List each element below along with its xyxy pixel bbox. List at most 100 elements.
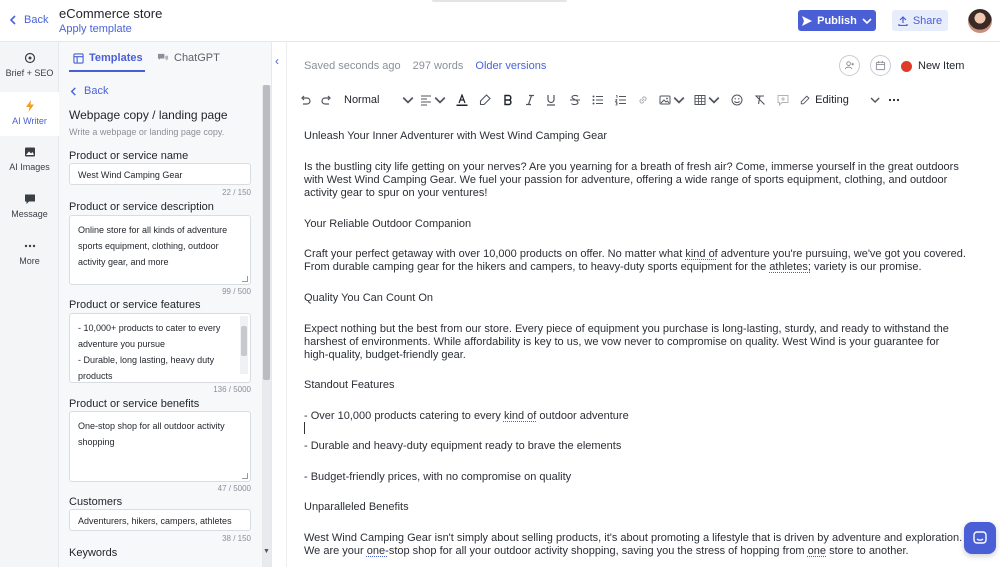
textarea-scrollbar[interactable] <box>240 316 248 374</box>
status-dot <box>901 60 912 72</box>
tab-chatgpt[interactable]: ChatGPT <box>157 52 220 64</box>
editing-mode-value: Editing <box>815 94 849 106</box>
panel-back-button[interactable]: Back <box>69 85 108 97</box>
char-counter: 22 / 150 <box>222 188 251 197</box>
share-button[interactable]: Share <box>892 10 948 31</box>
scrollbar-thumb[interactable] <box>263 85 270 380</box>
support-chat-button[interactable] <box>964 522 996 554</box>
chat-bubbles-icon <box>157 53 169 61</box>
back-label: Back <box>24 14 49 26</box>
heading-paragraph: Unleash Your Inner Adventurer with West … <box>304 130 608 142</box>
older-versions-link[interactable]: Older versions <box>475 60 546 72</box>
bullet-list-button[interactable] <box>591 92 605 108</box>
text-color-button[interactable] <box>454 92 470 108</box>
template-subheading: Write a webpage or landing page copy. <box>69 127 225 137</box>
field-label-product-name: Product or service name <box>69 150 189 162</box>
undo-button[interactable] <box>298 92 312 108</box>
scroll-down-arrow-icon[interactable]: ▼ <box>263 548 270 555</box>
undo-icon <box>301 95 311 105</box>
collapse-panel-icon[interactable]: ‹ <box>275 54 279 68</box>
resize-grip[interactable] <box>242 473 248 479</box>
spelling-suggestion[interactable]: kind of <box>504 410 536 422</box>
product-benefits-textarea[interactable]: One-stop shop for all outdoor activity s… <box>69 411 251 482</box>
assign-user-button[interactable] <box>839 55 860 76</box>
comment-button[interactable] <box>776 92 790 108</box>
body-paragraph: West Wind Camping Gear isn't simply abou… <box>304 532 966 558</box>
body-paragraph: Craft your perfect getaway with over 10,… <box>304 248 966 274</box>
chat-icon <box>24 194 35 204</box>
paragraph-style-value: Normal <box>344 94 380 106</box>
tab-label: Templates <box>89 52 143 64</box>
italic-button[interactable] <box>523 92 537 108</box>
editing-mode-select[interactable]: Editing <box>800 92 880 108</box>
rail-item-brief-seo[interactable]: Brief + SEO <box>0 52 59 90</box>
upload-icon <box>898 15 908 26</box>
image-dropdown[interactable] <box>659 92 685 108</box>
avatar[interactable] <box>968 9 992 33</box>
schedule-button[interactable] <box>870 55 891 76</box>
chevron-down-icon <box>870 97 880 104</box>
scrollbar-thumb[interactable] <box>241 326 247 356</box>
rail-item-ai-images[interactable]: AI Images <box>0 146 59 184</box>
strikethrough-button[interactable] <box>568 92 582 108</box>
publish-button[interactable]: Publish <box>798 10 876 31</box>
spelling-suggestion[interactable]: one- <box>367 545 389 557</box>
chevron-down-icon <box>708 97 720 104</box>
rail-item-more[interactable]: More <box>0 240 59 278</box>
tab-label: ChatGPT <box>174 52 220 64</box>
product-name-input[interactable]: West Wind Camping Gear <box>69 163 251 185</box>
more-options-button[interactable] <box>887 92 901 108</box>
redo-button[interactable] <box>320 92 334 108</box>
field-label-keywords: Keywords <box>69 547 118 559</box>
table-dropdown[interactable] <box>694 92 720 108</box>
paragraph-style-select[interactable]: Normal <box>344 92 414 108</box>
highlight-button[interactable] <box>478 92 492 108</box>
customers-input[interactable]: Adventurers, hikers, campers, athletes <box>69 509 251 531</box>
product-features-textarea[interactable]: - 10,000+ products to cater to every adv… <box>69 313 251 383</box>
field-label-product-features: Product or service features <box>69 299 201 311</box>
align-left-icon <box>421 95 431 106</box>
rail-label: More <box>19 256 40 266</box>
resize-grip[interactable] <box>242 276 248 282</box>
product-description-textarea[interactable]: Online store for all kinds of adventure … <box>69 215 251 285</box>
subheading-paragraph: Standout Features <box>304 379 395 391</box>
user-add-icon <box>844 61 855 70</box>
subheading-paragraph: Quality You Can Count On <box>304 292 434 304</box>
chat-icon <box>973 531 987 544</box>
align-dropdown[interactable] <box>420 92 446 108</box>
publish-label: Publish <box>817 14 857 27</box>
redo-icon <box>321 95 331 105</box>
editor-toolbar: Normal Editing <box>298 90 908 110</box>
rail-label: Brief + SEO <box>5 68 54 78</box>
numbered-list-button[interactable] <box>614 92 628 108</box>
intro-paragraph: Is the bustling city life getting on you… <box>304 161 959 199</box>
rail-item-ai-writer[interactable]: AI Writer <box>0 92 59 136</box>
spelling-suggestion[interactable]: athletes; <box>769 261 811 273</box>
chevron-left-icon <box>9 15 16 25</box>
field-text-line: - 10,000+ products to cater to every adv… <box>78 323 221 349</box>
back-button[interactable]: Back <box>8 14 48 26</box>
numbered-list-icon <box>615 95 626 106</box>
template-heading: Webpage copy / landing page <box>69 108 228 122</box>
spelling-suggestion[interactable]: one <box>808 545 826 557</box>
panel-scrollbar[interactable]: ▼ <box>262 85 271 567</box>
spelling-suggestion[interactable]: kind of <box>685 248 717 260</box>
editor-meta-bar: Saved seconds ago 297 words Older versio… <box>304 60 546 72</box>
field-label-product-benefits: Product or service benefits <box>69 398 200 410</box>
bold-button[interactable] <box>501 92 515 108</box>
chevron-down-icon <box>402 97 414 104</box>
chevron-down-icon <box>434 97 446 104</box>
tab-templates[interactable]: Templates <box>73 52 143 64</box>
underline-button[interactable] <box>544 92 558 108</box>
char-counter: 47 / 5000 <box>217 484 251 493</box>
status-selector[interactable]: New Item <box>901 60 964 72</box>
apply-template-link[interactable]: Apply template <box>59 23 162 35</box>
rail-item-message[interactable]: Message <box>0 193 59 231</box>
subheading-paragraph: Your Reliable Outdoor Companion <box>304 218 472 230</box>
document-title[interactable]: eCommerce store <box>59 6 162 21</box>
text-run: - Over 10,000 products catering to every <box>304 410 504 422</box>
clear-formatting-button[interactable] <box>753 92 767 108</box>
bold-icon <box>504 94 512 106</box>
link-button[interactable] <box>636 92 650 108</box>
emoji-button[interactable] <box>730 92 744 108</box>
